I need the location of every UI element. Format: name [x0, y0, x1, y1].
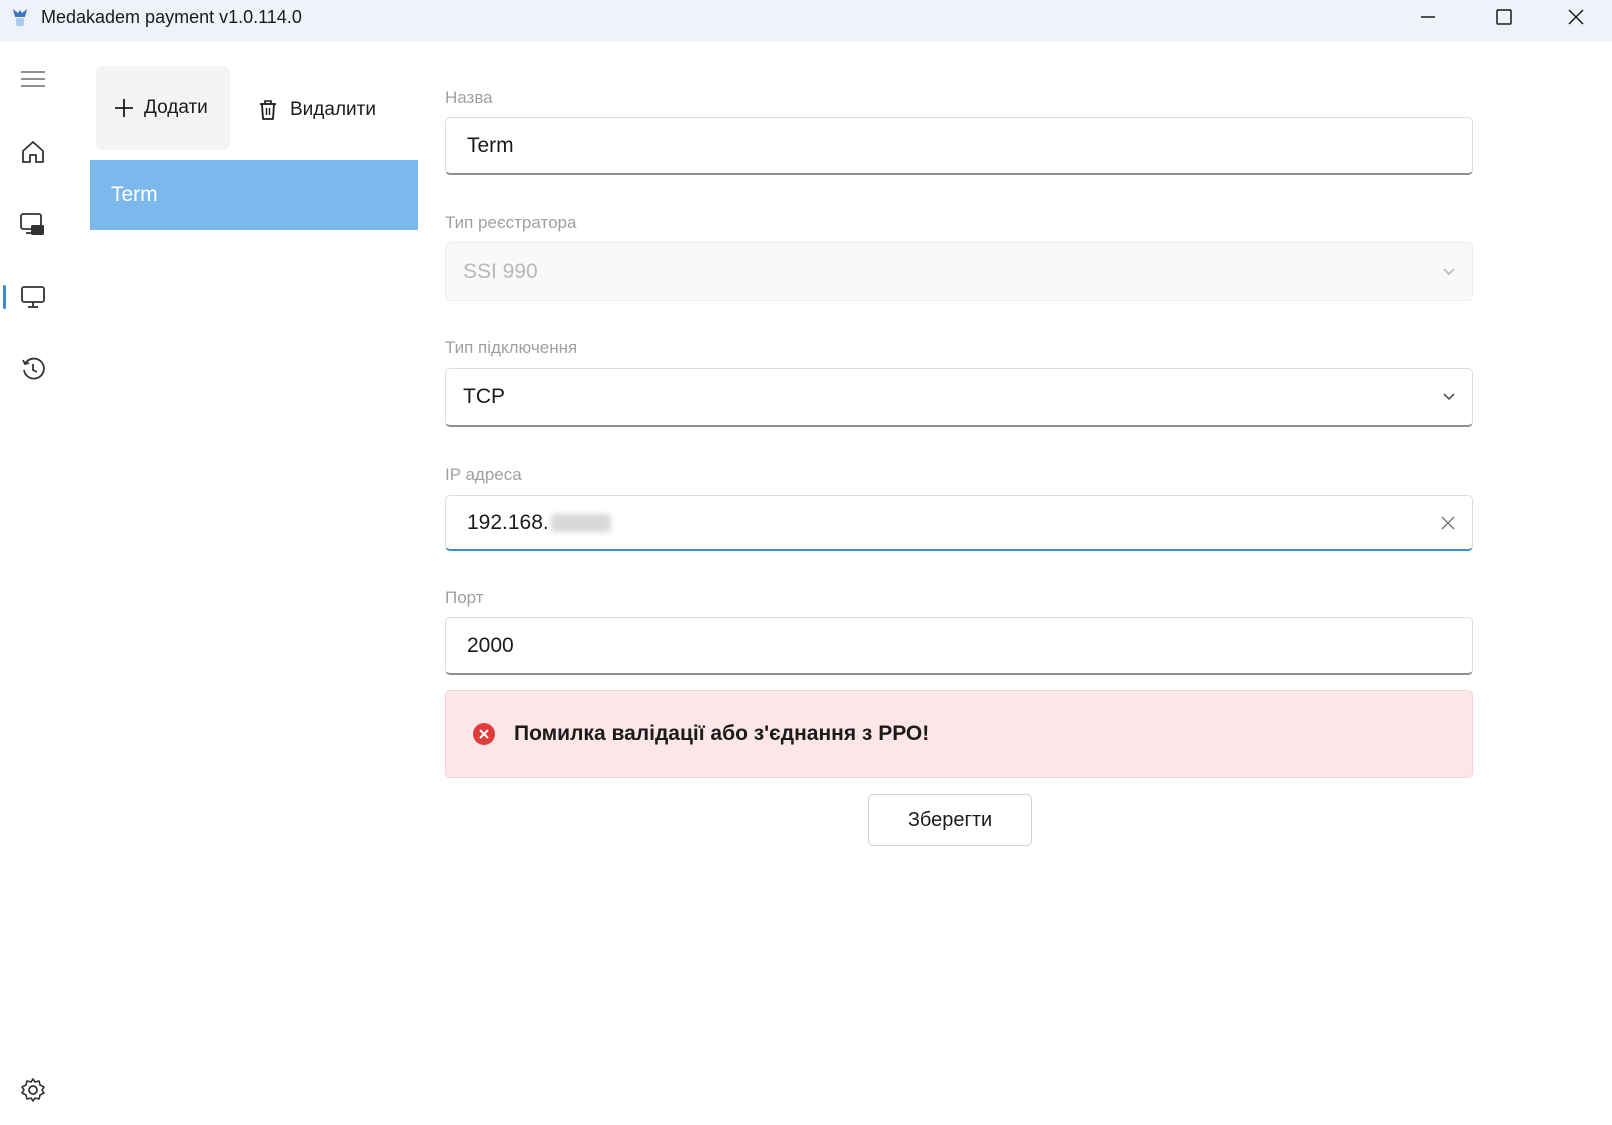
- registrar-type-select: SSI 990: [445, 242, 1473, 301]
- connection-type-select[interactable]: TCP: [445, 368, 1473, 427]
- nav-menu-button[interactable]: [18, 64, 48, 94]
- plus-icon: [115, 99, 133, 117]
- maximize-icon: [1496, 9, 1512, 25]
- monitor-icon: [21, 286, 45, 308]
- connection-type-value: TCP: [463, 385, 505, 408]
- delete-button-label: Видалити: [290, 99, 376, 120]
- nav-history-button[interactable]: [18, 354, 48, 384]
- chevron-down-icon: [1443, 267, 1455, 275]
- save-button[interactable]: Зберегти: [868, 794, 1032, 846]
- nav-payment-terminal-button[interactable]: [18, 210, 48, 240]
- window-title: Medakadem payment v1.0.114.0: [41, 7, 302, 27]
- delete-button[interactable]: Видалити: [258, 90, 376, 130]
- name-input[interactable]: Term: [445, 117, 1473, 175]
- connection-type-label: Тип підключення: [445, 338, 578, 357]
- registrar-type-label: Тип реєстратора: [445, 213, 577, 232]
- close-icon: [1568, 9, 1584, 25]
- history-icon: [22, 357, 45, 380]
- error-message-text: Помилка валідації або з'єднання з РРО!: [514, 722, 930, 745]
- active-nav-indicator: [3, 285, 6, 309]
- add-button-label: Додати: [144, 97, 208, 118]
- name-label: Назва: [445, 88, 493, 107]
- ip-address-value: 192.168.: [467, 510, 549, 534]
- payment-terminal-icon: [20, 213, 44, 235]
- trash-icon: [260, 100, 276, 120]
- port-value: 2000: [467, 633, 514, 657]
- close-button[interactable]: [1540, 0, 1612, 34]
- list-item-label: Term: [111, 183, 158, 206]
- nav-monitor-button[interactable]: [18, 282, 48, 312]
- list-item[interactable]: Term: [90, 160, 418, 230]
- ip-address-label: IP адреса: [445, 465, 522, 484]
- app-logo-icon: [13, 9, 27, 26]
- minimize-button[interactable]: [1392, 0, 1464, 34]
- nav-home-button[interactable]: [18, 137, 48, 167]
- menu-icon: [21, 71, 45, 87]
- error-message-box: Помилка валідації або з'єднання з РРО!: [445, 690, 1473, 778]
- add-button[interactable]: Додати: [96, 66, 230, 150]
- title-bar: Medakadem payment v1.0.114.0: [0, 0, 1612, 42]
- maximize-button[interactable]: [1468, 0, 1540, 34]
- port-input[interactable]: 2000: [445, 617, 1473, 675]
- port-label: Порт: [445, 588, 484, 607]
- clear-icon[interactable]: [1440, 515, 1456, 531]
- error-icon: [473, 723, 495, 745]
- chevron-down-icon: [1443, 393, 1455, 401]
- gear-icon: [21, 1078, 45, 1102]
- nav-settings-button[interactable]: [18, 1075, 48, 1105]
- minimize-icon: [1421, 16, 1435, 18]
- ip-address-input[interactable]: 192.168.: [445, 495, 1473, 551]
- home-icon: [22, 141, 44, 163]
- registrar-type-value: SSI 990: [463, 259, 538, 283]
- redacted-ip-part: [550, 513, 611, 532]
- name-value: Term: [467, 133, 514, 157]
